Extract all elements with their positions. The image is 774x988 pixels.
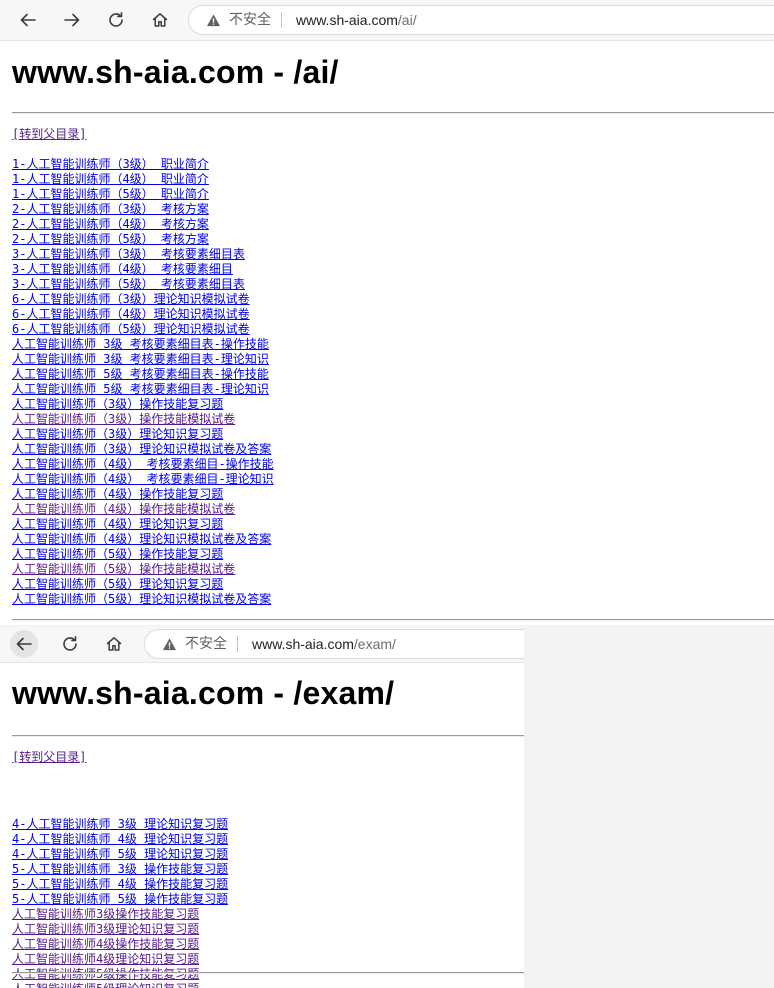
file-link[interactable]: 1-人工智能训练师（4级） 职业简介 [12,172,209,187]
page-content: www.sh-aia.com - /ai/ [转到父目录] 1-人工智能训练师（… [0,41,774,625]
home-button[interactable] [146,6,174,34]
file-link[interactable]: 人工智能训练师（5级）操作技能复习题 [12,547,223,562]
arrow-left-icon [20,13,36,27]
file-link[interactable]: 5-人工智能训练师 5级 操作技能复习题 [12,892,228,907]
file-link[interactable]: 人工智能训练师（3级）操作技能复习题 [12,397,223,412]
page-content: www.sh-aia.com - /exam/ [转到父目录] 4-人工智能训练… [0,663,524,988]
reload-icon [63,636,77,651]
security-label[interactable]: 不安全 [185,636,238,652]
file-link[interactable]: 人工智能训练师（3级）操作技能模拟试卷 [12,412,235,427]
url-text[interactable]: www.sh-aia.com/exam/ [252,636,396,652]
file-link[interactable]: 人工智能训练师4级理论知识复习题 [12,952,199,967]
file-link[interactable]: 6-人工智能训练师（3级）理论知识模拟试卷 [12,292,250,307]
url-host: www.sh-aia.com [252,636,354,652]
divider-top [12,735,524,737]
file-link[interactable]: 6-人工智能训练师（4级）理论知识模拟试卷 [12,307,250,322]
file-link[interactable]: 人工智能训练师（5级）理论知识模拟试卷及答案 [12,592,271,607]
forward-button[interactable] [58,6,86,34]
file-link[interactable]: 2-人工智能训练师（4级） 考核方案 [12,217,209,232]
reload-icon [109,12,123,27]
address-bar[interactable]: 不安全 www.sh-aia.com/ai/ [188,5,774,35]
file-link[interactable]: 人工智能训练师（5级）操作技能模拟试卷 [12,562,235,577]
file-link[interactable]: 人工智能训练师5级理论知识复习题 [12,982,199,988]
security-label[interactable]: 不安全 [229,12,282,28]
arrow-right-icon [64,13,80,27]
file-link[interactable]: 人工智能训练师3级操作技能复习题 [12,907,199,922]
file-link[interactable]: 人工智能训练师（4级） 考核要素细目-操作技能 [12,457,274,472]
arrow-left-icon [16,637,32,651]
divider-top [12,112,774,114]
url-path: /exam/ [353,636,396,652]
url-text[interactable]: www.sh-aia.com/ai/ [296,12,417,28]
file-link[interactable]: 1-人工智能训练师（5级） 职业简介 [12,187,209,202]
file-link[interactable]: 2-人工智能训练师（3级） 考核方案 [12,202,209,217]
file-link[interactable]: 人工智能训练师4级操作技能复习题 [12,937,199,952]
url-path: /ai/ [397,12,417,28]
back-button[interactable] [10,630,38,658]
reload-button[interactable] [102,6,130,34]
file-link[interactable]: 人工智能训练师（4级）操作技能复习题 [12,487,223,502]
home-button[interactable] [100,630,128,658]
file-link[interactable]: 4-人工智能训练师 4级 理论知识复习题 [12,832,228,847]
back-button[interactable] [14,6,42,34]
warning-icon[interactable] [161,636,177,652]
file-link[interactable]: 1-人工智能训练师（3级） 职业简介 [12,157,209,172]
divider-bottom [12,619,774,621]
url-host: www.sh-aia.com [296,12,398,28]
file-link[interactable]: 5-人工智能训练师 3级 操作技能复习题 [12,862,228,877]
file-link[interactable]: 3-人工智能训练师（3级） 考核要素细目表 [12,247,245,262]
address-bar[interactable]: 不安全 www.sh-aia.com/exam/ [144,629,524,659]
file-link[interactable]: 人工智能训练师（4级）理论知识模拟试卷及答案 [12,532,271,547]
browser-toolbar: 不安全 www.sh-aia.com/exam/ [0,626,524,663]
browser-toolbar: 不安全 www.sh-aia.com/ai/ [0,0,774,41]
file-link[interactable]: 6-人工智能训练师（5级）理论知识模拟试卷 [12,322,250,337]
reload-button[interactable] [56,630,84,658]
browser-window-ai: 不安全 www.sh-aia.com/ai/ www.sh-aia.com - … [0,0,774,625]
file-link[interactable]: 人工智能训练师（5级）理论知识复习题 [12,577,223,592]
file-link[interactable]: 3-人工智能训练师（5级） 考核要素细目表 [12,277,245,292]
file-link[interactable]: 人工智能训练师（4级） 考核要素细目-理论知识 [12,472,274,487]
home-icon [152,13,168,27]
file-link[interactable]: 人工智能训练师（4级）理论知识复习题 [12,517,223,532]
file-link[interactable]: 人工智能训练师 3级 考核要素细目表-理论知识 [12,352,269,367]
file-link[interactable]: 5-人工智能训练师 4级 操作技能复习题 [12,877,228,892]
file-link[interactable]: 4-人工智能训练师 3级 理论知识复习题 [12,817,228,832]
file-link[interactable]: 人工智能训练师 5级 考核要素细目表-理论知识 [12,382,269,397]
file-link[interactable]: 4-人工智能训练师 5级 理论知识复习题 [12,847,228,862]
file-link[interactable]: 人工智能训练师5级操作技能复习题 [12,967,199,982]
file-link[interactable]: 人工智能训练师3级理论知识复习题 [12,922,199,937]
file-link[interactable]: 人工智能训练师（3级）理论知识模拟试卷及答案 [12,442,271,457]
warning-icon[interactable] [205,12,221,28]
page-title: www.sh-aia.com - /exam/ [12,675,395,711]
parent-directory-link[interactable]: [转到父目录] [12,750,86,765]
parent-directory-link[interactable]: [转到父目录] [12,127,86,142]
file-link[interactable]: 人工智能训练师（4级）操作技能模拟试卷 [12,502,235,517]
page-title: www.sh-aia.com - /ai/ [12,54,339,90]
file-link[interactable]: 3-人工智能训练师（4级） 考核要素细目 [12,262,233,277]
file-link[interactable]: 2-人工智能训练师（5级） 考核方案 [12,232,209,247]
file-link[interactable]: 人工智能训练师 3级 考核要素细目表-操作技能 [12,337,269,352]
browser-window-exam: 不安全 www.sh-aia.com/exam/ www.sh-aia.com … [0,626,524,988]
divider-bottom [12,972,524,974]
file-link[interactable]: 人工智能训练师 5级 考核要素细目表-操作技能 [12,367,269,382]
file-link[interactable]: 人工智能训练师（3级）理论知识复习题 [12,427,223,442]
home-icon [106,637,122,651]
